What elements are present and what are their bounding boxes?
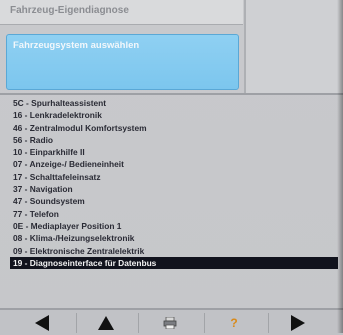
toolbar-separator [138, 313, 139, 333]
printer-icon [163, 316, 177, 329]
list-item[interactable]: 07 - Anzeige-/ Bedieneinheit [10, 158, 338, 170]
list-item[interactable]: 77 - Telefon [10, 208, 338, 220]
list-item[interactable]: 16 - Lenkradelektronik [10, 109, 338, 121]
divider [0, 93, 343, 95]
system-selector-label: Fahrzeugsystem auswählen [13, 40, 140, 51]
forward-button[interactable] [278, 312, 318, 333]
system-selector-box[interactable]: Fahrzeugsystem auswählen [6, 34, 239, 90]
up-button[interactable] [86, 312, 126, 333]
bottom-toolbar: ? [0, 308, 343, 335]
list-item[interactable]: 46 - Zentralmodul Komfortsystem [10, 122, 338, 134]
side-panel [244, 0, 343, 93]
list-item[interactable]: 0E - Mediaplayer Position 1 [10, 220, 338, 232]
help-icon: ? [230, 315, 238, 330]
page-title: Fahrzeug-Eigendiagnose [10, 5, 129, 16]
list-item-selected[interactable]: 19 - Diagnoseinterface für Datenbus [10, 256, 338, 270]
toolbar-separator [76, 313, 77, 333]
arrow-right-icon [291, 314, 305, 331]
list-item[interactable]: 56 - Radio [10, 134, 338, 146]
toolbar-separator [268, 313, 269, 333]
list-item[interactable]: 5C - Spurhalteassistent [10, 97, 338, 109]
print-button[interactable] [150, 312, 190, 333]
list-item[interactable]: 17 - Schalttafeleinsatz [10, 171, 338, 183]
list-item[interactable]: 10 - Einparkhilfe II [10, 146, 338, 158]
list-item[interactable]: 08 - Klima-/Heizungselektronik [10, 232, 338, 244]
system-list: 5C - Spurhalteassistent 16 - Lenkradelek… [10, 97, 338, 270]
list-item[interactable]: 47 - Soundsystem [10, 195, 338, 207]
help-button[interactable]: ? [214, 312, 254, 333]
list-item[interactable]: 09 - Elektronische Zentralelektrik [10, 245, 338, 257]
diagnosis-screen: Fahrzeug-Eigendiagnose Fahrzeugsystem au… [0, 0, 343, 335]
list-item[interactable]: 37 - Navigation [10, 183, 338, 195]
toolbar-separator [204, 313, 205, 333]
arrow-left-icon [35, 314, 49, 331]
back-button[interactable] [22, 312, 62, 333]
bezel-shadow [337, 0, 343, 333]
arrow-up-icon [98, 315, 114, 330]
header-bar: Fahrzeug-Eigendiagnose [0, 0, 243, 25]
